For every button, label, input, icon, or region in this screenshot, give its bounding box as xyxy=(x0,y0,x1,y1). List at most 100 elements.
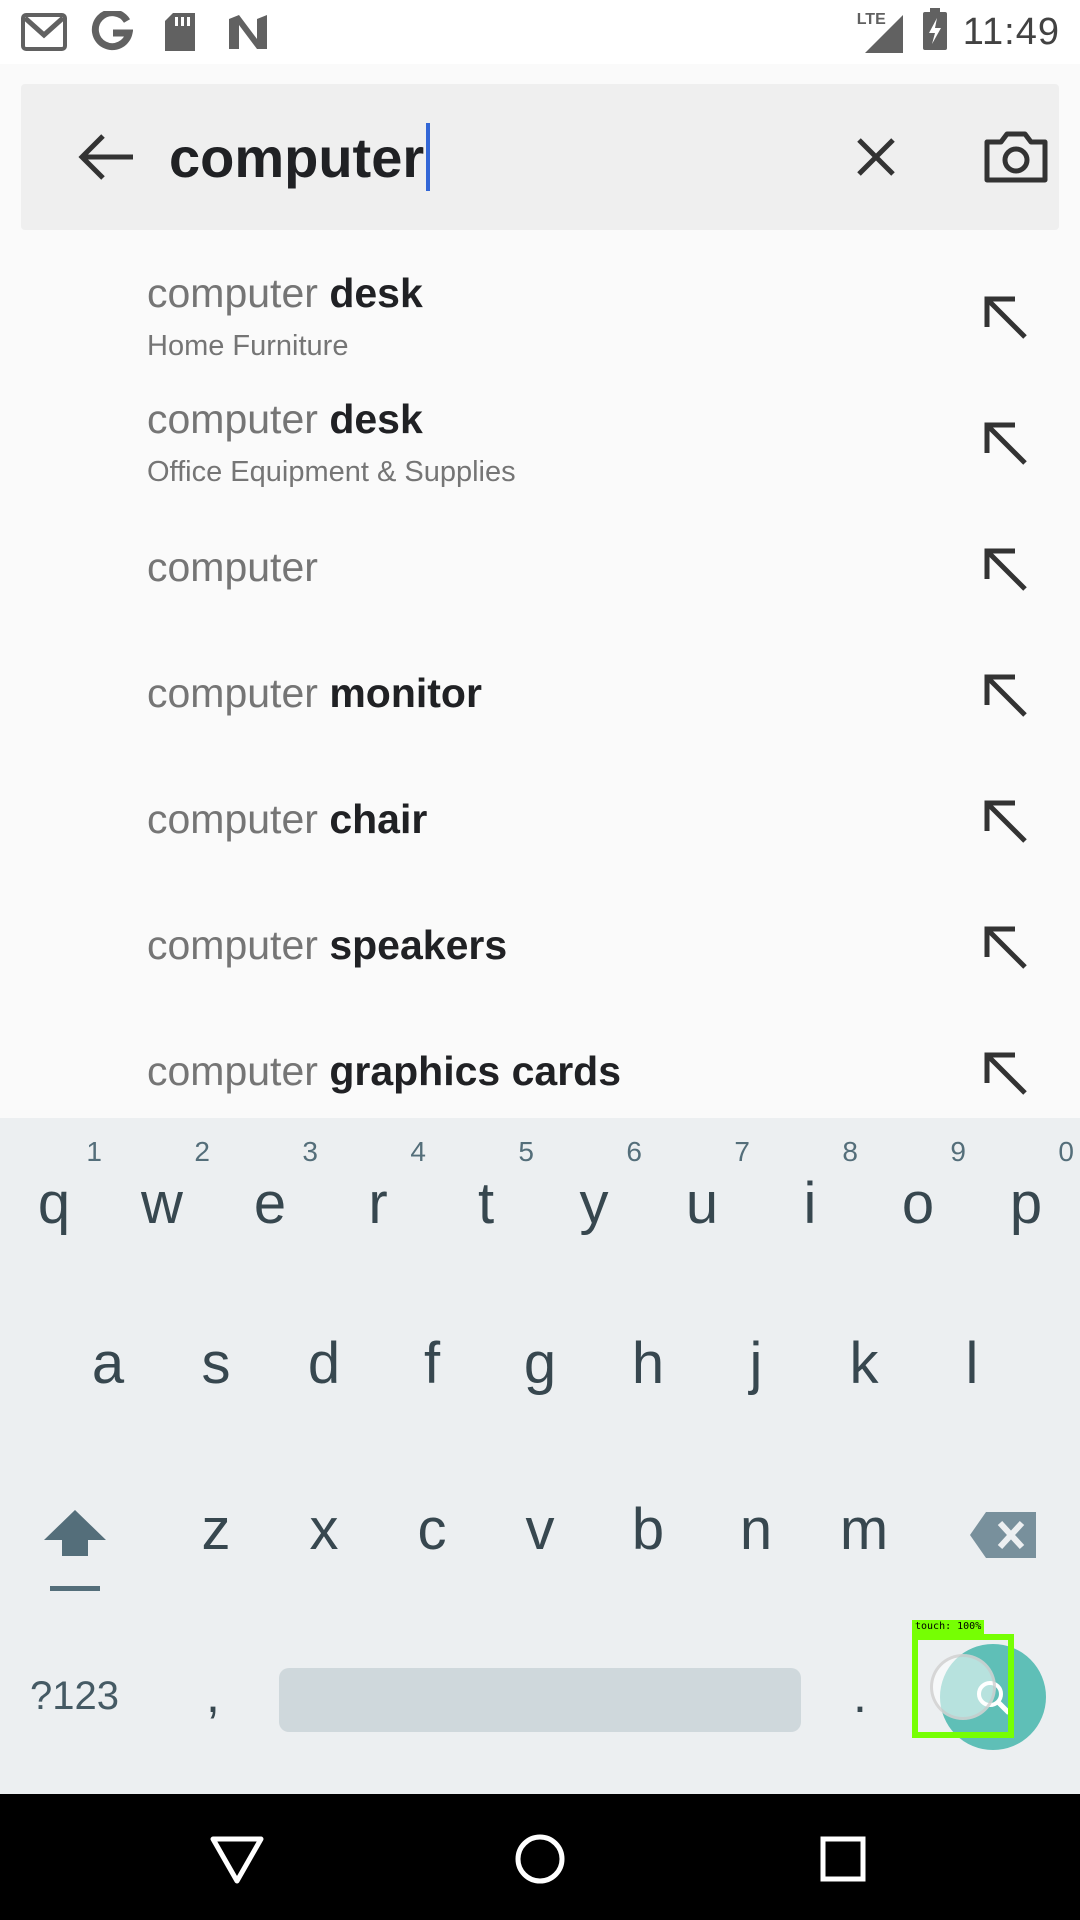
key-label: x xyxy=(309,1497,339,1562)
fill-query-button[interactable] xyxy=(970,282,1040,352)
suggestion-item[interactable]: computer desk Home Furniture xyxy=(0,250,1080,376)
fill-query-button[interactable] xyxy=(970,786,1040,856)
key-label: c xyxy=(417,1497,447,1562)
suggestion-item[interactable]: computer graphics cards xyxy=(0,1006,1080,1132)
key-m[interactable]: m xyxy=(810,1496,918,1586)
key-label: g xyxy=(523,1331,557,1396)
key-f[interactable]: f xyxy=(378,1330,486,1420)
key-p[interactable]: 0p xyxy=(972,1136,1080,1250)
key-b[interactable]: b xyxy=(594,1496,702,1586)
key-label: z xyxy=(201,1497,231,1562)
comma-key[interactable]: , xyxy=(206,1666,220,1724)
fill-query-button[interactable] xyxy=(970,408,1040,478)
fill-query-button[interactable] xyxy=(970,660,1040,730)
key-hint: 7 xyxy=(734,1136,750,1167)
arrow-up-left-icon xyxy=(984,926,1027,969)
search-query-text: computer xyxy=(169,125,425,189)
arrow-up-left-icon xyxy=(984,1052,1027,1095)
arrow-up-left-icon xyxy=(984,548,1027,591)
key-u[interactable]: 7u xyxy=(648,1136,756,1250)
shift-icon xyxy=(44,1510,106,1591)
suggestion-item[interactable]: computer monitor xyxy=(0,628,1080,754)
key-l[interactable]: l xyxy=(918,1330,1026,1420)
lte-signal-icon: LTE xyxy=(857,11,907,55)
key-y[interactable]: 6y xyxy=(540,1136,648,1250)
close-icon xyxy=(857,138,895,176)
key-r[interactable]: 4r xyxy=(324,1136,432,1250)
search-input[interactable]: computer xyxy=(169,114,431,200)
nav-back-button[interactable] xyxy=(202,1824,272,1894)
suggestion-text: computer graphics cards xyxy=(147,1048,622,1094)
fill-query-button[interactable] xyxy=(970,912,1040,982)
text-cursor xyxy=(426,123,431,191)
space-key[interactable] xyxy=(279,1668,801,1732)
key-hint: 3 xyxy=(302,1136,318,1167)
key-o[interactable]: 9o xyxy=(864,1136,972,1250)
suggestion-item[interactable]: computer speakers xyxy=(0,880,1080,1006)
suggestion-item[interactable]: computer desk Office Equipment & Supplie… xyxy=(0,376,1080,502)
sd-card-icon xyxy=(156,10,204,54)
key-v[interactable]: v xyxy=(486,1496,594,1586)
key-label: f xyxy=(423,1331,441,1396)
key-d[interactable]: d xyxy=(270,1330,378,1420)
google-icon xyxy=(88,10,136,54)
backspace-key[interactable] xyxy=(968,1508,1040,1562)
key-label: h xyxy=(631,1331,665,1396)
key-i[interactable]: 8i xyxy=(756,1136,864,1250)
arrow-back-icon xyxy=(78,134,133,180)
key-z[interactable]: z xyxy=(162,1496,270,1586)
suggestion-item[interactable]: computer chair xyxy=(0,754,1080,880)
suggestion-text: computer xyxy=(147,544,318,590)
suggestion-text: computer monitor xyxy=(147,670,482,716)
key-k[interactable]: k xyxy=(810,1330,918,1420)
back-button[interactable] xyxy=(51,120,161,194)
key-c[interactable]: c xyxy=(378,1496,486,1586)
key-a[interactable]: a xyxy=(54,1330,162,1420)
key-q[interactable]: 1q xyxy=(0,1136,108,1250)
key-t[interactable]: 5t xyxy=(432,1136,540,1250)
nav-recents-button[interactable] xyxy=(808,1824,878,1894)
status-bar: LTE 11:49 xyxy=(0,0,1080,64)
fill-query-button[interactable] xyxy=(970,1038,1040,1108)
camera-icon xyxy=(984,131,1048,183)
key-hint: 8 xyxy=(842,1136,858,1167)
suggestion-text: computer chair xyxy=(147,796,428,842)
key-label: s xyxy=(201,1331,231,1396)
touch-label: touch: 100% xyxy=(912,1620,985,1634)
touch-highlight-box xyxy=(912,1634,1014,1738)
period-key[interactable]: . xyxy=(853,1666,867,1724)
shift-key[interactable] xyxy=(30,1500,120,1600)
key-label: j xyxy=(749,1331,763,1396)
suggestion-text: computer desk xyxy=(147,396,423,442)
clear-button[interactable] xyxy=(831,120,921,194)
key-hint: 5 xyxy=(518,1136,534,1167)
suggestion-text: computer desk xyxy=(147,270,423,316)
key-w[interactable]: 2w xyxy=(108,1136,216,1250)
gmail-icon xyxy=(20,10,68,54)
key-label: k xyxy=(849,1331,879,1396)
key-x[interactable]: x xyxy=(270,1496,378,1586)
key-hint: 6 xyxy=(626,1136,642,1167)
circle-home-icon xyxy=(515,1834,565,1884)
key-label: a xyxy=(91,1331,125,1396)
suggestion-category: Home Furniture xyxy=(147,330,349,362)
key-hint: 9 xyxy=(950,1136,966,1167)
suggestion-item[interactable]: computer xyxy=(0,502,1080,628)
key-g[interactable]: g xyxy=(486,1330,594,1420)
arrow-up-left-icon xyxy=(984,422,1027,465)
clock: 11:49 xyxy=(962,11,1060,53)
nav-home-button[interactable] xyxy=(505,1824,575,1894)
key-e[interactable]: 3e xyxy=(216,1136,324,1250)
fill-query-button[interactable] xyxy=(970,534,1040,604)
key-label: n xyxy=(739,1497,773,1562)
arrow-up-left-icon xyxy=(984,674,1027,717)
backspace-icon xyxy=(970,1512,1036,1558)
camera-search-button[interactable] xyxy=(961,120,1071,194)
triangle-back-icon xyxy=(210,1836,264,1884)
key-s[interactable]: s xyxy=(162,1330,270,1420)
key-j[interactable]: j xyxy=(702,1330,810,1420)
suggestion-list: computer desk Home Furniture computer de… xyxy=(0,250,1080,1132)
symbols-key[interactable]: ?123 xyxy=(30,1674,119,1719)
key-n[interactable]: n xyxy=(702,1496,810,1586)
key-h[interactable]: h xyxy=(594,1330,702,1420)
